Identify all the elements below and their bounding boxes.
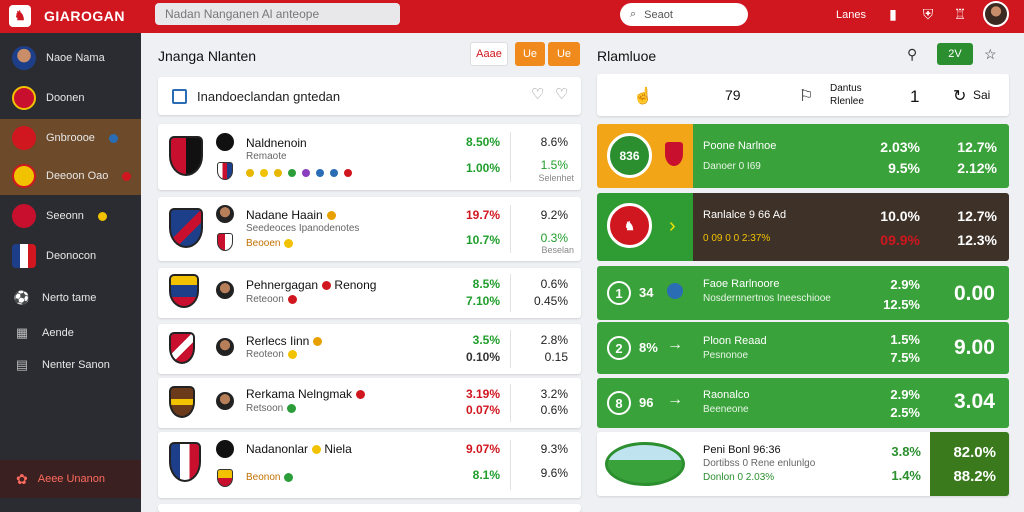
arrow-right-icon: → [667, 336, 683, 353]
club-crest-icon [12, 204, 36, 228]
filter-button[interactable]: Aaae [470, 42, 508, 66]
trophy-icon[interactable]: ♖ [952, 6, 968, 22]
odds-card[interactable]: 1 34 Faoe Rarlnoore Nosdernnertnos Inees… [597, 266, 1009, 320]
whistle-icon: ⚐ [799, 88, 814, 105]
list-item[interactable]: Rerkama Nelngmak Retsoon 3.19% 0.07% 3.2… [158, 378, 581, 428]
odds-card[interactable]: ♞ › Ranlalce 9 66 Ad 0 09 0 0 2:37% 10.0… [597, 193, 1009, 261]
club-crest-icon [12, 244, 36, 268]
ball-icon: ⚽ [13, 290, 31, 305]
player-icon [216, 392, 234, 410]
club-crest-icon [12, 86, 36, 110]
club-crest-icon [169, 332, 195, 364]
link-icon[interactable]: ⚲ [907, 46, 917, 63]
player-icon [216, 281, 234, 299]
top-bar: ♞ GIAROGAN Nadan Nanganen Al anteope ⌕ S… [0, 0, 1024, 33]
odds-card[interactable]: 836 Poone Narlnoe Danoer 0 I69 2.03% 9.5… [597, 124, 1009, 188]
player-icon [216, 205, 234, 223]
player-icon [12, 46, 36, 70]
search-input[interactable]: ⌕ Seaot [620, 3, 748, 26]
arrow-right-icon: → [667, 391, 683, 408]
player-icon [216, 338, 234, 356]
refresh-icon: ↻ [953, 88, 967, 105]
player-icon [216, 440, 234, 458]
filter-label: Inandoeclandan gntedan [197, 88, 341, 104]
club-crest-icon [169, 442, 201, 482]
star-icon[interactable]: ☆ [984, 46, 997, 63]
club-crest-icon [169, 386, 195, 418]
heart-icon[interactable]: ♡ [555, 87, 571, 103]
sidebar-item-3[interactable]: Deeoon Oao [0, 157, 141, 195]
club-crest-icon [217, 469, 233, 487]
club-crest-icon [665, 142, 683, 166]
status-badge [122, 171, 132, 181]
club-crest-icon [169, 136, 203, 176]
sidebar-item-1[interactable]: Doonen [0, 79, 141, 117]
sidebar-bottom-item[interactable]: ✿ Aeee Unanon [0, 460, 141, 498]
toggle-button[interactable]: Ue [548, 42, 580, 66]
arrow-icon: › [669, 215, 676, 237]
sidebar-item-5[interactable]: Deonocon [0, 237, 141, 275]
club-crest-icon [169, 274, 199, 308]
search-placeholder: Seaot [644, 8, 673, 21]
page-title: Jnanga Nlanten [158, 48, 257, 64]
form-dots [246, 169, 352, 177]
calendar-icon: ▦ [15, 325, 29, 340]
club-crest-icon [169, 208, 203, 248]
summary-bar: ☝ 79 ⚐ Dantus Rlenlee 1 ↻ Sai [597, 74, 1009, 116]
toggle-button[interactable]: Ue [515, 42, 545, 66]
list-item[interactable]: Rerlecs Iinn Reoteon 3.5% 0.10% 2.8% 0.1… [158, 324, 581, 374]
alert-icon: ✿ [16, 470, 28, 487]
search-icon: ⌕ [630, 8, 637, 20]
bookmark-icon[interactable]: ▮ [885, 6, 901, 22]
heart-icon[interactable]: ♡ [531, 87, 547, 103]
sidebar-item-2[interactable]: Gnbroooe [0, 119, 141, 157]
top-search-field[interactable]: Nadan Nanganen Al anteope [155, 3, 400, 25]
club-crest-icon [605, 442, 685, 486]
club-crest-icon: ♞ [607, 203, 652, 248]
live-button[interactable]: 2V [937, 43, 973, 65]
app-title: GIAROGAN [44, 8, 125, 24]
status-badge [108, 133, 118, 143]
app-logo[interactable]: ♞ [9, 5, 31, 27]
club-crest-icon [12, 126, 36, 150]
sidebar: Naoe Nama Doonen Gnbroooe Deeoon Oao See… [0, 33, 141, 512]
list-item[interactable]: Nadane Haain Seedeoces Ipanodenotes Beoo… [158, 197, 581, 261]
player-icon [216, 133, 234, 151]
sidebar-item-8[interactable]: ▤ Nenter Sanon [0, 346, 141, 384]
odds-card[interactable]: 2 8% → Ploon Reaad Pesnonoe 1.5% 7.5% 9.… [597, 322, 1009, 374]
section-title: Rlamluoe [597, 48, 657, 64]
club-crest-icon [217, 162, 233, 180]
club-crest-icon [217, 233, 233, 251]
sidebar-item-6[interactable]: ⚽ Nerto tame [0, 279, 141, 317]
status-text: Lanes [836, 9, 866, 21]
list-item[interactable]: Naldnenoin Remaote 8.50% 1.00% 8.6% 1.5%… [158, 124, 581, 190]
club-crest-icon [667, 283, 683, 299]
shield-icon[interactable]: ⛨ [920, 6, 936, 22]
sidebar-item-0[interactable]: Naoe Nama [0, 39, 141, 77]
checkbox[interactable] [172, 88, 187, 104]
hand-icon: ☝ [633, 88, 653, 105]
list-item[interactable]: Nadanonlar Niela Beonon 9.07% 8.1% 9.3% … [158, 432, 581, 498]
list-item[interactable]: Pehnergagan Renong Reteoon 8.5% 7.10% 0.… [158, 268, 581, 318]
grid-icon: ▤ [15, 357, 29, 372]
sidebar-item-4[interactable]: Seeonn [0, 197, 141, 235]
avatar[interactable] [983, 1, 1009, 27]
odds-card[interactable]: Peni Bonl 96:36 Dortibss 0 Rene enlunlgo… [597, 432, 1009, 496]
club-crest-icon [12, 164, 36, 188]
list-item [158, 504, 581, 512]
odds-card[interactable]: 8 96 → Raonalco Beeneone 2.9% 2.5% 3.04 [597, 378, 1009, 428]
status-badge [97, 211, 107, 221]
filter-bar[interactable]: Inandoeclandan gntedan ♡ ♡ [158, 77, 581, 115]
